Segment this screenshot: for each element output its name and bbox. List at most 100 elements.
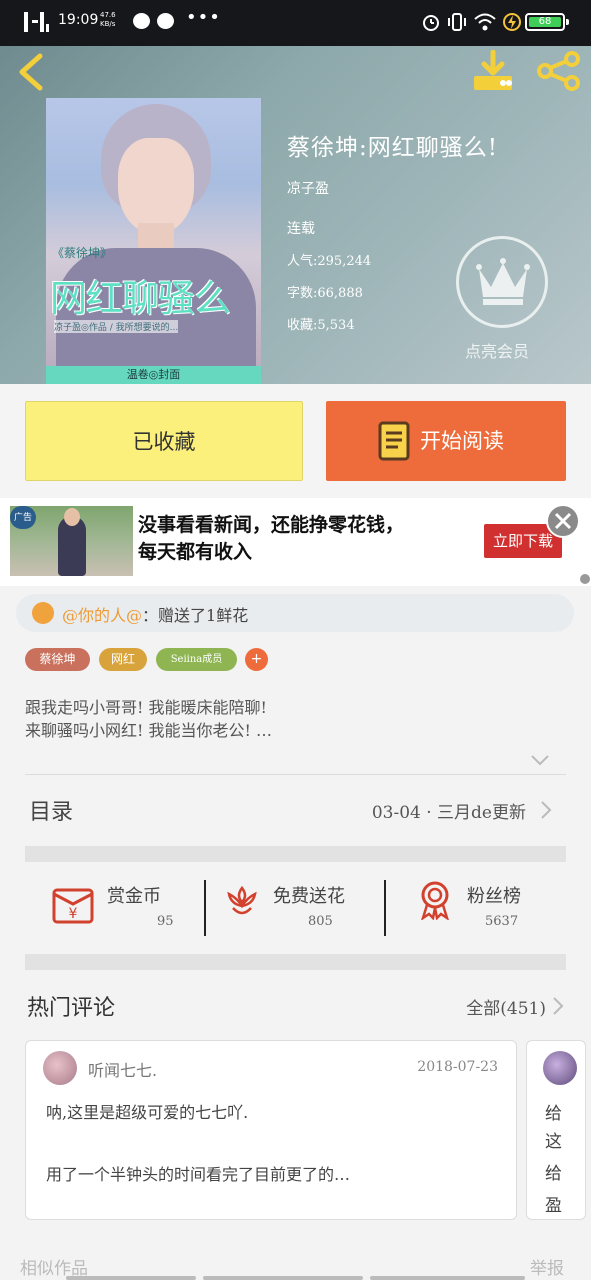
download-icon[interactable] — [470, 50, 516, 94]
book-header: 《蔡徐坤》 网红聊骚么 凉子盈◎作品 / 我所想要说的... 温卷◎封面 蔡徐坤… — [0, 46, 591, 384]
book-word-count: 字数:66,888 — [287, 286, 363, 301]
wifi-icon — [474, 13, 496, 31]
net-speed: 47.6 KB/s — [100, 11, 116, 28]
stat-value: 95 — [157, 914, 174, 929]
flower-icon — [227, 885, 257, 915]
book-description[interactable]: 跟我走吗小哥哥! 我能暖床能陪聊! 来聊骚吗小网红! 我能当你老公! … — [25, 696, 272, 742]
comment-text: 给 — [545, 1104, 562, 1124]
stat-value: 5637 — [485, 914, 519, 929]
favorite-button[interactable]: 已收藏 — [25, 401, 303, 481]
app-notification-icon — [157, 13, 174, 29]
stat-label: 赏金币 — [107, 886, 161, 907]
vip-button[interactable] — [456, 236, 548, 328]
signal-icon — [24, 12, 49, 32]
cover-subtitle: 《蔡徐坤》 — [52, 246, 113, 260]
fan-ranking-stat[interactable]: 粉丝榜 5637 — [417, 862, 557, 954]
gift-user[interactable]: @你的人@ — [62, 606, 142, 625]
close-icon — [554, 512, 572, 530]
toc-update: 03-04 · 三月de更新 — [371, 803, 526, 823]
ad-close-button[interactable] — [546, 504, 580, 538]
book-status: 连载 — [287, 221, 315, 237]
vip-label[interactable]: 点亮会员 — [465, 338, 529, 362]
comment-card[interactable]: 听闻七七. 2018-07-23 呐,这里是超级可爱的七七吖. 用了一个半钟头的… — [25, 1040, 517, 1220]
back-icon[interactable] — [14, 52, 48, 92]
book-details: @你的人@：赠送了1鲜花 蔡徐坤 网红 Seiina成员 + 跟我走吗小哥哥! … — [0, 586, 591, 1280]
cover-title: 网红聊骚么 — [50, 277, 231, 320]
comment-card[interactable]: 给 这 给 盈 — [526, 1040, 586, 1220]
section-divider — [25, 954, 566, 970]
action-bar: 已收藏 开始阅读 — [0, 384, 591, 498]
ad-text: 没事看看新闻，还能挣零花钱， 每天都有收入 — [138, 512, 404, 566]
scroll-indicator — [66, 1276, 196, 1280]
ad-image: 广告 — [10, 506, 133, 576]
gift-notice: @你的人@：赠送了1鲜花 — [16, 594, 574, 632]
book-info: 蔡徐坤:网红聊骚么! 凉子盈 连载 人气:295,244 字数:66,888 收… — [287, 128, 498, 333]
chevron-right-icon — [541, 801, 552, 819]
red-envelope-icon: ¥ — [52, 888, 94, 924]
comment-text-line2: 用了一个半钟头的时间看完了目前更了的… — [46, 1165, 351, 1184]
gift-icon — [32, 602, 54, 624]
comment-user[interactable]: 听闻七七. — [88, 1057, 157, 1081]
all-comments-link[interactable]: 全部(451) — [466, 994, 546, 1019]
free-flower-stat[interactable]: 免费送花 805 — [225, 862, 385, 954]
crown-icon — [476, 258, 530, 305]
gift-message: ：赠送了1鲜花 — [142, 606, 249, 625]
book-title: 蔡徐坤:网红聊骚么! — [287, 135, 498, 161]
reward-coins-stat[interactable]: ¥ 赏金币 95 — [51, 862, 201, 954]
stats-row: ¥ 赏金币 95 免费送花 805 粉丝榜 5637 — [25, 862, 566, 954]
table-of-contents-row[interactable]: 目录 03-04 · 三月de更新 — [25, 786, 566, 834]
tag-item[interactable]: 网红 — [99, 648, 147, 671]
avatar[interactable] — [43, 1051, 77, 1085]
description-line2: 来聊骚吗小网红! 我能当你老公! … — [25, 721, 273, 740]
book-favorites: 收藏:5,534 — [287, 318, 355, 333]
scroll-indicator — [370, 1276, 525, 1280]
stat-divider — [384, 880, 386, 936]
share-icon[interactable] — [536, 50, 582, 92]
stat-label: 粉丝榜 — [467, 886, 521, 907]
comment-text: 给 — [545, 1164, 562, 1184]
comment-text: 盈 — [545, 1196, 562, 1216]
comment-text: 这 — [545, 1132, 562, 1152]
charging-icon — [503, 13, 521, 31]
battery-level: 68 — [538, 16, 552, 27]
alarm-icon — [423, 15, 439, 31]
medal-icon — [421, 881, 449, 920]
hot-comments-title: 热门评论 — [27, 996, 116, 1021]
expand-chevron-icon[interactable] — [530, 754, 550, 766]
ad-info-icon[interactable] — [580, 574, 590, 584]
comment-date: 2018-07-23 — [417, 1059, 498, 1075]
hot-comments-header: 热门评论 全部(451) — [25, 986, 566, 1026]
avatar[interactable] — [543, 1051, 577, 1085]
cover-strip: 温卷◎封面 — [46, 366, 261, 384]
divider — [25, 774, 566, 775]
stat-label: 免费送花 — [273, 886, 345, 907]
stat-value: 805 — [308, 914, 333, 929]
book-cover[interactable]: 《蔡徐坤》 网红聊骚么 凉子盈◎作品 / 我所想要说的... 温卷◎封面 — [46, 98, 261, 384]
tag-item[interactable]: Seiina成员 — [156, 648, 237, 671]
book-popularity: 人气:295,244 — [287, 254, 372, 269]
battery-icon: 68 — [525, 13, 569, 31]
book-author[interactable]: 凉子盈 — [287, 178, 329, 198]
more-notifications-icon: ••• — [186, 7, 221, 28]
status-bar: 19:09 47.6 KB/s ••• 68 — [0, 0, 591, 46]
book-icon — [378, 421, 410, 461]
ad-text-line2: 每天都有收入 — [138, 541, 253, 563]
section-divider — [25, 846, 566, 862]
ad-tag: 广告 — [10, 506, 37, 529]
ad-banner[interactable]: 广告 没事看看新闻，还能挣零花钱， 每天都有收入 立即下载 — [0, 498, 591, 586]
start-reading-button[interactable]: 开始阅读 — [326, 401, 566, 481]
status-time: 19:09 — [58, 12, 99, 28]
cover-credit: 凉子盈◎作品 / 我所想要说的... — [54, 320, 179, 333]
chat-notification-icon — [133, 13, 150, 29]
chevron-right-icon[interactable] — [552, 996, 564, 1016]
start-reading-label: 开始阅读 — [420, 429, 504, 453]
stat-divider — [204, 880, 206, 936]
description-line1: 跟我走吗小哥哥! 我能暖床能陪聊! — [25, 698, 267, 717]
tag-item[interactable]: 蔡徐坤 — [25, 648, 90, 671]
report-link[interactable]: 举报 — [530, 1254, 564, 1279]
svg-text:¥: ¥ — [69, 906, 78, 922]
ad-text-line1: 没事看看新闻，还能挣零花钱， — [138, 514, 405, 536]
scroll-indicator — [203, 1276, 363, 1280]
add-tag-button[interactable]: + — [245, 648, 268, 671]
vibrate-icon — [448, 13, 466, 31]
